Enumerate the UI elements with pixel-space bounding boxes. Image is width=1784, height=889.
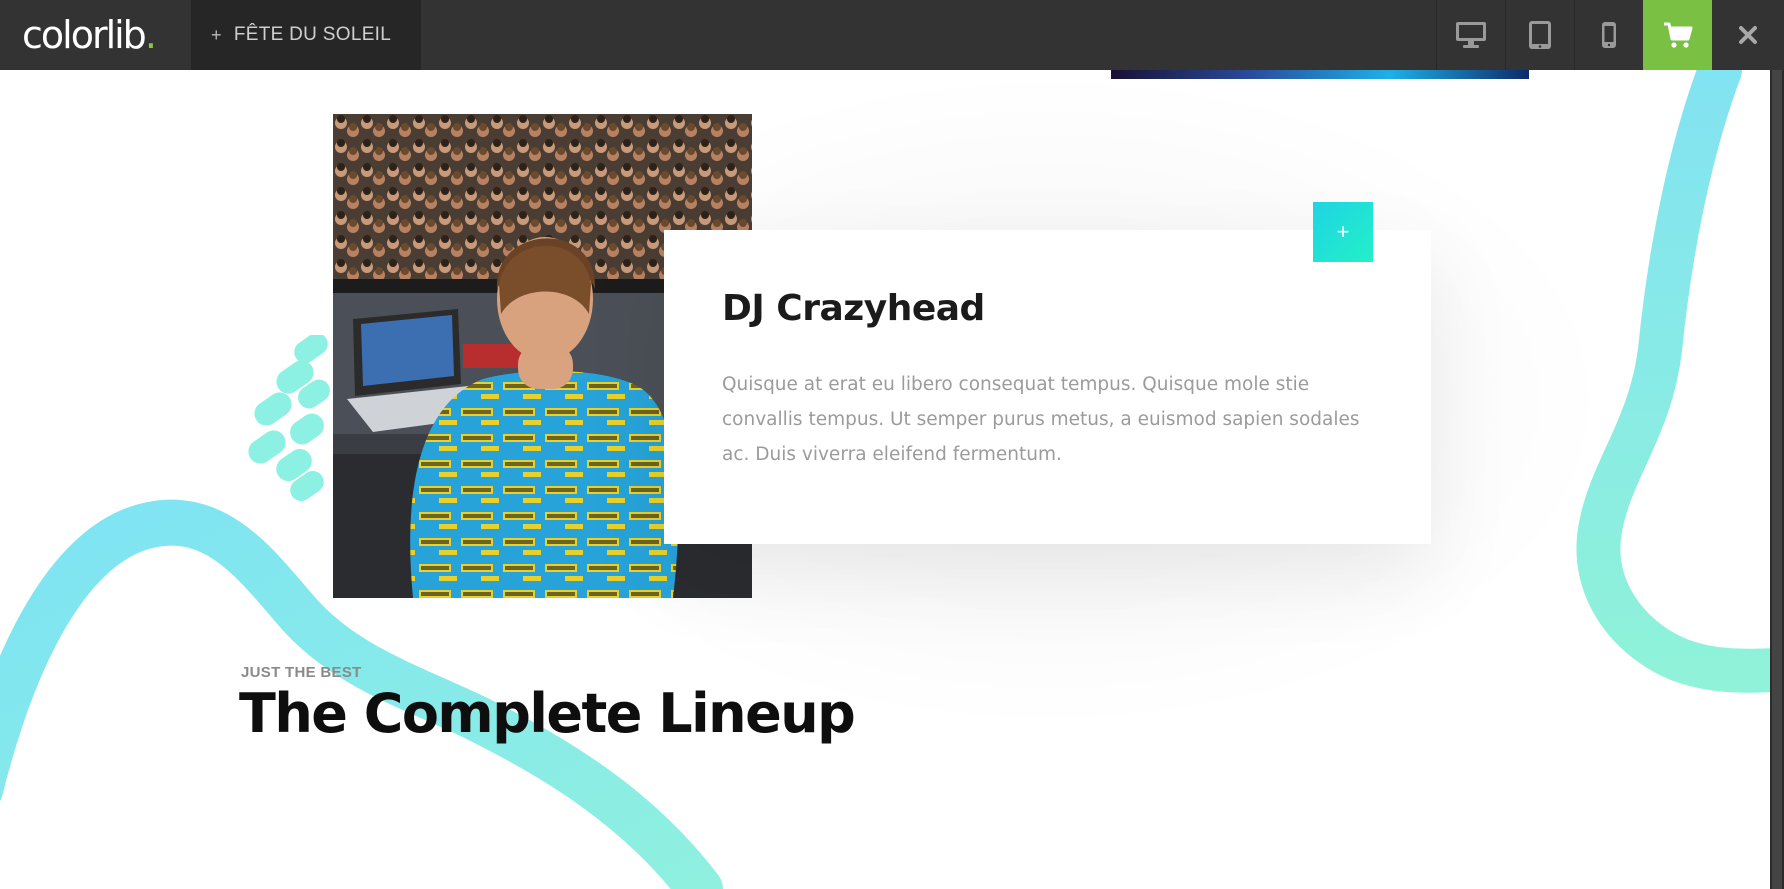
desktop-view-button[interactable] — [1436, 0, 1505, 70]
logo-dot: . — [144, 13, 157, 57]
theme-selector[interactable]: + FÊTE DU SOLEIL — [191, 0, 421, 70]
artist-description: Quisque at erat eu libero consequat temp… — [722, 374, 1360, 465]
preview-toolbar: colorlib. + FÊTE DU SOLEIL — [0, 0, 1784, 70]
theme-name: FÊTE DU SOLEIL — [233, 24, 392, 45]
scrollbar-thumb[interactable] — [1772, 70, 1782, 889]
section-heading: The Complete Lineup — [239, 682, 856, 745]
mobile-icon — [1602, 22, 1616, 48]
close-icon — [1739, 26, 1757, 44]
desktop-icon — [1456, 22, 1486, 48]
buy-theme-button[interactable] — [1643, 0, 1712, 70]
artist-more-button[interactable]: + — [1313, 202, 1373, 262]
artist-card: DJ Crazyhead Quisque at erat eu libero c… — [664, 230, 1431, 544]
tablet-icon — [1529, 21, 1551, 49]
mobile-view-button[interactable] — [1574, 0, 1643, 70]
section-eyebrow: JUST THE BEST — [241, 664, 362, 681]
plus-icon: + — [211, 24, 222, 45]
close-preview-button[interactable] — [1712, 0, 1784, 70]
artist-name: DJ Crazyhead — [722, 288, 985, 329]
page-content: DJ Crazyhead Quisque at erat eu libero c… — [0, 70, 1770, 889]
cart-icon — [1663, 22, 1692, 48]
logo-text: colorlib — [22, 13, 147, 57]
tablet-view-button[interactable] — [1505, 0, 1574, 70]
plus-icon: + — [1336, 219, 1350, 244]
page-scrollbar[interactable] — [1770, 70, 1784, 889]
previous-artist-image-edge — [1111, 70, 1529, 79]
colorlib-logo[interactable]: colorlib. — [0, 0, 191, 70]
decorative-dashes — [248, 335, 330, 502]
